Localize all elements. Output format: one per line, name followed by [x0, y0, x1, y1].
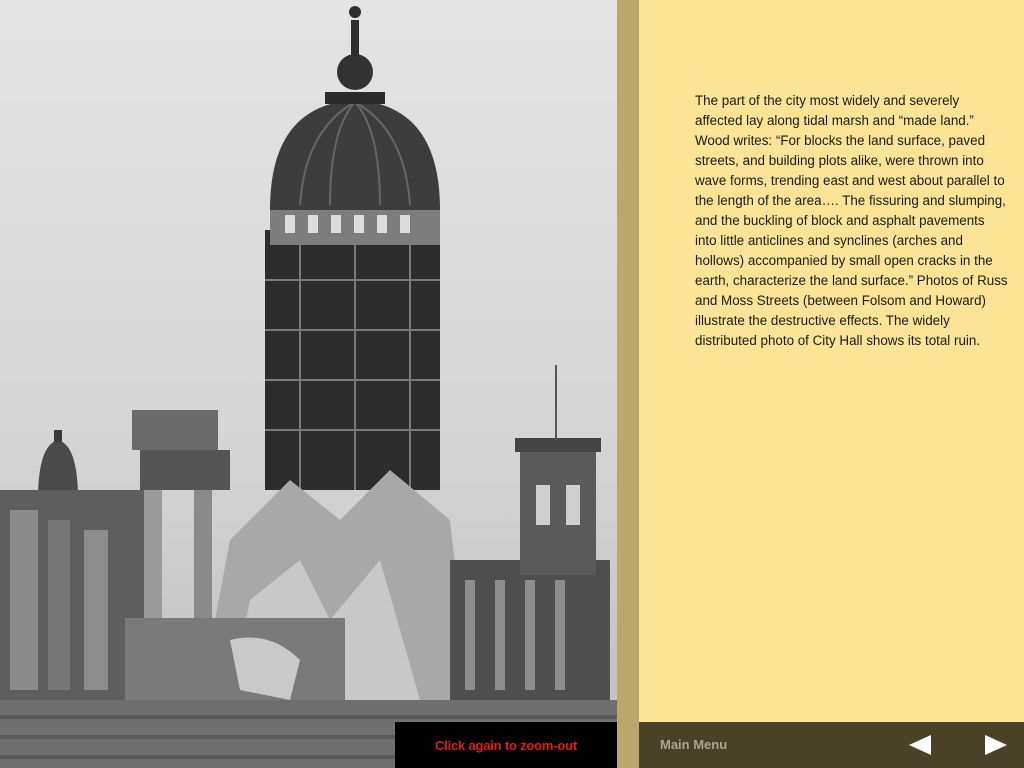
next-page-button[interactable] [985, 735, 1007, 755]
text-panel: The part of the city most widely and sev… [639, 0, 1024, 722]
panel-divider [617, 0, 639, 768]
left-arrow-icon [909, 735, 931, 755]
right-arrow-icon [985, 735, 1007, 755]
ruins-illustration [0, 6, 617, 768]
city-hall-ruins-photo[interactable] [0, 0, 617, 768]
article-paragraph: The part of the city most widely and sev… [695, 93, 1008, 348]
bottom-nav-bar: Main Menu [639, 722, 1024, 768]
main-menu-button[interactable]: Main Menu [660, 722, 727, 768]
previous-page-button[interactable] [909, 735, 931, 755]
zoom-out-button[interactable]: Click again to zoom-out [395, 722, 617, 768]
